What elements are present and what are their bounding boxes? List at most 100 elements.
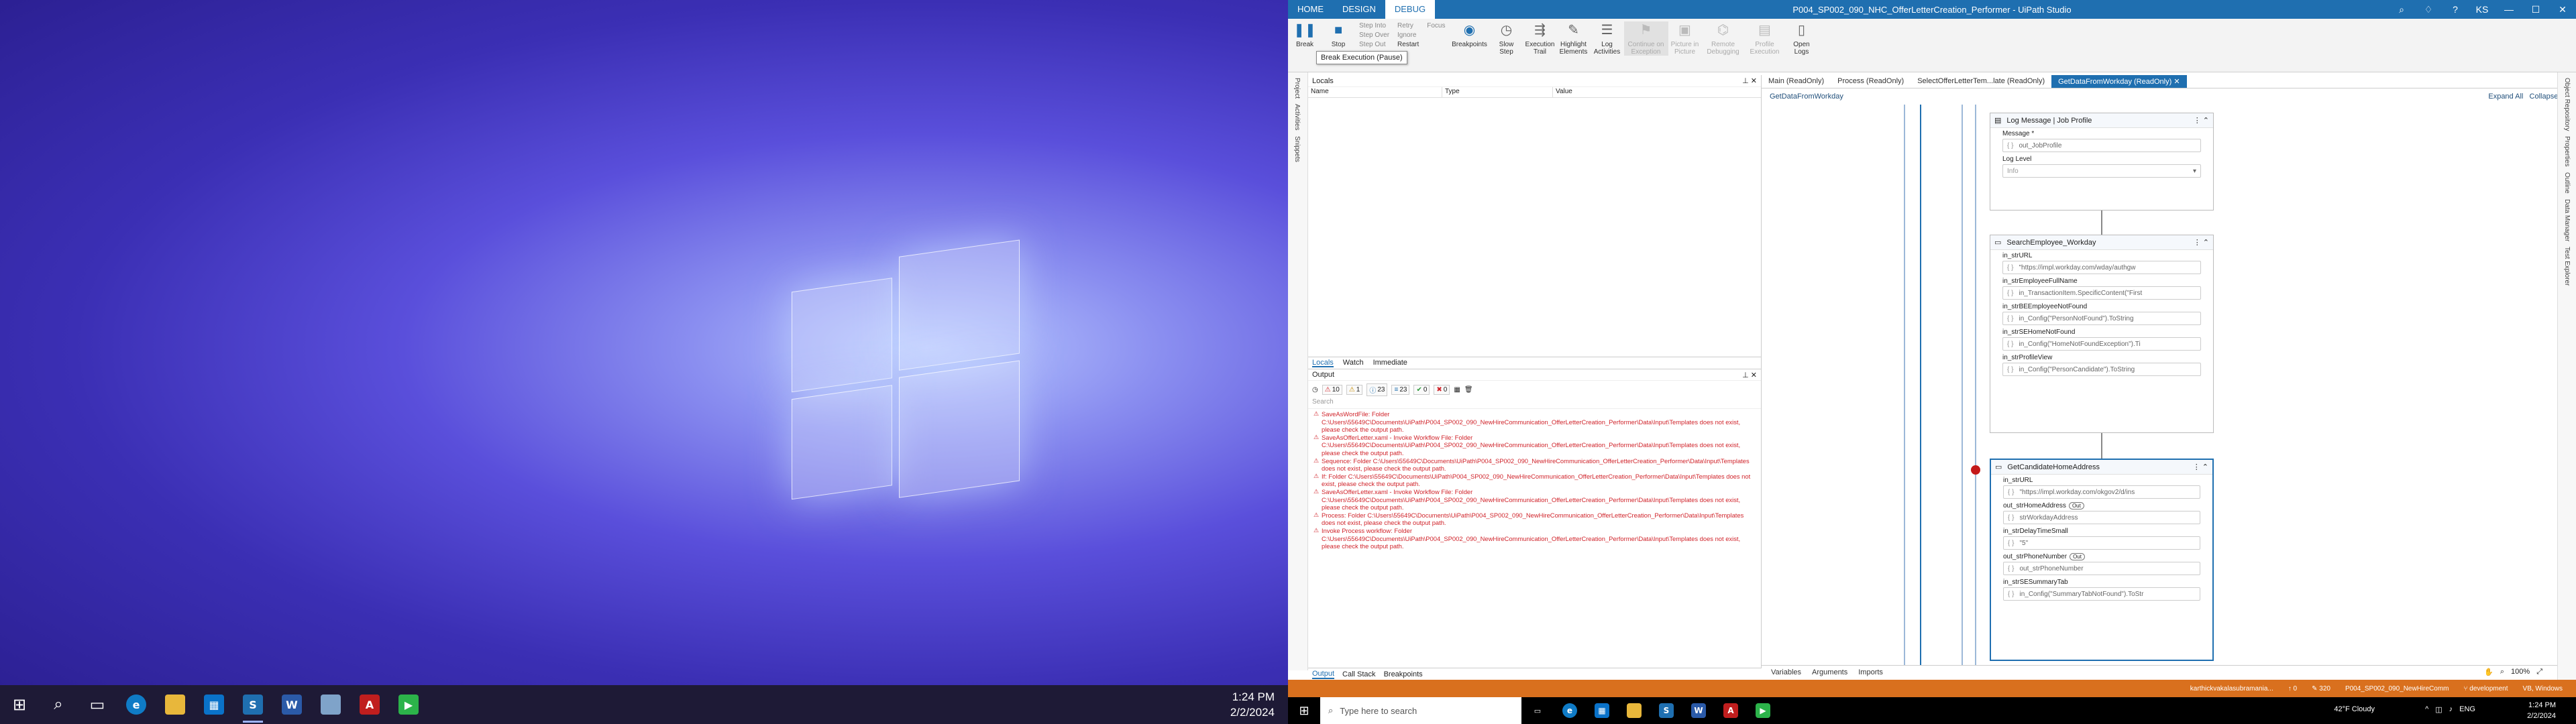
remote-debugging-button[interactable]: ⌬ Remote Debugging bbox=[1702, 21, 1745, 56]
col-type[interactable]: Type bbox=[1442, 87, 1553, 97]
execution-trail-button[interactable]: ⇶ Execution Trail bbox=[1523, 21, 1557, 56]
continue-on-exception-button[interactable]: ⚑ Continue on Exception bbox=[1623, 21, 1668, 56]
help-icon[interactable]: ? bbox=[2442, 0, 2469, 19]
tab-arguments[interactable]: Arguments bbox=[1812, 668, 1847, 676]
tab-object-repository[interactable]: Object Repository bbox=[2563, 78, 2571, 131]
tab-output[interactable]: Output bbox=[1312, 670, 1335, 679]
user-avatar[interactable]: KS bbox=[2469, 0, 2496, 19]
step-into-button[interactable]: Step Into bbox=[1359, 21, 1389, 31]
pin-icon[interactable]: ⊥ ✕ bbox=[1742, 76, 1757, 85]
status-target[interactable]: VB, Windows bbox=[2523, 685, 2563, 692]
breakpoints-button[interactable]: ◉ Breakpoints bbox=[1450, 21, 1490, 49]
acrobat-icon[interactable]: A bbox=[1715, 697, 1747, 724]
file-explorer-icon[interactable] bbox=[156, 685, 195, 724]
log-line[interactable]: If: Folder C:\Users\55649C\Documents\UiP… bbox=[1313, 473, 1757, 488]
output-search-input[interactable]: Search bbox=[1308, 398, 1761, 409]
highlight-elements-button[interactable]: ✎ Highlight Elements bbox=[1557, 21, 1591, 56]
collapse-icon[interactable]: ⋮ ⌃ bbox=[2193, 463, 2208, 471]
tab-locals[interactable]: Locals bbox=[1312, 359, 1334, 367]
slow-step-button[interactable]: ◷ Slow Step bbox=[1490, 21, 1523, 56]
log-line[interactable]: SaveAsOfferLetter.xaml - Invoke Workflow… bbox=[1313, 488, 1757, 511]
grid-icon[interactable]: ▦ bbox=[1454, 386, 1460, 394]
status-branch[interactable]: ⑂ development bbox=[2463, 685, 2508, 692]
log-line[interactable]: SaveAsOfferLetter.xaml - Invoke Workflow… bbox=[1313, 434, 1757, 457]
tab-data-manager[interactable]: Data Manager bbox=[2563, 199, 2571, 241]
store-icon[interactable]: ▦ bbox=[195, 685, 233, 724]
close-icon[interactable]: ✕ bbox=[2174, 78, 2180, 86]
doc-tab-getdata[interactable]: GetDataFromWorkday (ReadOnly) ✕ bbox=[2051, 75, 2187, 88]
windows-icon[interactable]: ⊞ bbox=[1288, 697, 1320, 724]
tab-properties[interactable]: Properties bbox=[2563, 136, 2571, 167]
arg-field[interactable]: { } in_Config("SummaryTabNotFound").ToStr bbox=[2003, 587, 2200, 601]
break-button[interactable]: ❚❚ Break bbox=[1288, 21, 1322, 49]
col-value[interactable]: Value bbox=[1553, 87, 1761, 97]
tab-test-explorer[interactable]: Test Explorer bbox=[2563, 247, 2571, 286]
media-player-icon[interactable]: ▶ bbox=[389, 685, 428, 724]
open-logs-button[interactable]: ▯ Open Logs bbox=[1785, 21, 1819, 56]
clock-right[interactable]: 1:24 PM 2/2/2024 bbox=[2527, 700, 2556, 721]
doc-tab-select-offer[interactable]: SelectOfferLetterTem...late (ReadOnly) bbox=[1911, 75, 2051, 88]
filter-failed[interactable]: ✖ 0 bbox=[1434, 384, 1450, 395]
menu-design[interactable]: DESIGN bbox=[1333, 0, 1385, 19]
menu-debug[interactable]: DEBUG bbox=[1385, 0, 1436, 19]
hand-icon[interactable]: ✋ bbox=[2484, 668, 2493, 676]
message-field[interactable]: { } out_JobProfile bbox=[2002, 139, 2201, 152]
arg-field[interactable]: { } strWorkdayAddress bbox=[2003, 511, 2200, 524]
doc-tab-process[interactable]: Process (ReadOnly) bbox=[1831, 75, 1911, 88]
log-level-select[interactable]: Info ▾ bbox=[2002, 164, 2201, 178]
tab-outline[interactable]: Outline bbox=[2563, 172, 2571, 194]
log-line[interactable]: Process: Folder C:\Users\55649C\Document… bbox=[1313, 511, 1757, 527]
status-user[interactable]: karthickvakalasubramania... bbox=[2190, 685, 2273, 692]
menu-home[interactable]: HOME bbox=[1288, 0, 1333, 19]
media-player-icon[interactable]: ▶ bbox=[1747, 697, 1779, 724]
clear-icon[interactable]: 🗑 bbox=[1464, 386, 1473, 394]
tab-activities[interactable]: Activities bbox=[1293, 104, 1301, 130]
uipath-studio-icon[interactable]: S bbox=[233, 685, 272, 724]
log-line[interactable]: SaveAsWordFile: Folder C:\Users\55649C\D… bbox=[1313, 410, 1757, 434]
activity-get-candidate-address[interactable]: ▭ GetCandidateHomeAddress ⋮ ⌃ in_strURL { … bbox=[1990, 459, 2214, 661]
status-errors[interactable]: ↑ 0 bbox=[2288, 685, 2297, 692]
arg-field[interactable]: { } in_TransactionItem.SpecificContent("F… bbox=[2002, 286, 2201, 300]
profile-execution-button[interactable]: ▤ Profile Execution bbox=[1745, 21, 1785, 56]
search-icon[interactable]: ⌕ bbox=[2388, 0, 2415, 19]
filter-errors[interactable]: ⚠ 10 bbox=[1322, 384, 1342, 395]
expand-all-link[interactable]: Expand All bbox=[2488, 93, 2523, 101]
tab-watch[interactable]: Watch bbox=[1343, 359, 1364, 367]
ignore-button[interactable]: Ignore bbox=[1397, 31, 1419, 40]
retry-button[interactable]: Retry bbox=[1397, 21, 1419, 31]
log-line[interactable]: Sequence: Folder C:\Users\55649C\Documen… bbox=[1313, 457, 1757, 473]
volume-icon[interactable]: ♪ bbox=[2449, 705, 2453, 714]
file-explorer-icon[interactable] bbox=[1618, 697, 1650, 724]
arg-field[interactable]: { } "5" bbox=[2003, 536, 2200, 550]
language[interactable]: ENG bbox=[2459, 705, 2475, 714]
picture-in-picture-button[interactable]: ▣ Picture in Picture bbox=[1668, 21, 1702, 56]
breadcrumb-item[interactable]: GetDataFromWorkday bbox=[1770, 93, 1843, 101]
edge-icon[interactable]: e bbox=[1554, 697, 1586, 724]
arg-field[interactable]: { } in_Config("PersonNotFound").ToString bbox=[2002, 312, 2201, 325]
log-activities-button[interactable]: ☰ Log Activities bbox=[1591, 21, 1624, 56]
minimize-button[interactable]: — bbox=[2496, 0, 2522, 19]
fit-icon[interactable]: ⤢ bbox=[2536, 668, 2542, 676]
step-out-button[interactable]: Step Out bbox=[1359, 40, 1389, 50]
tab-immediate[interactable]: Immediate bbox=[1373, 359, 1407, 367]
collapse-icon[interactable]: ⋮ ⌃ bbox=[2194, 238, 2209, 247]
notepad-icon[interactable] bbox=[311, 685, 350, 724]
close-button[interactable]: ✕ bbox=[2549, 0, 2576, 19]
col-name[interactable]: Name bbox=[1308, 87, 1442, 97]
breakpoint-icon[interactable] bbox=[1971, 465, 1980, 475]
tab-project[interactable]: Project bbox=[1293, 78, 1301, 99]
status-project[interactable]: P004_SP002_090_NewHireComm bbox=[2345, 685, 2449, 692]
arg-field[interactable]: { } out_strPhoneNumber bbox=[2003, 562, 2200, 575]
filter-info[interactable]: ⓘ 23 bbox=[1366, 383, 1388, 396]
tray-chevron-icon[interactable]: ^ bbox=[2425, 705, 2428, 714]
task-view-icon[interactable]: ▭ bbox=[1521, 697, 1554, 724]
stop-button[interactable]: ■ Stop bbox=[1322, 21, 1355, 49]
task-view-icon[interactable]: ▭ bbox=[78, 685, 117, 724]
taskbar-search-input[interactable]: ⌕ Type here to search bbox=[1320, 697, 1521, 724]
arg-field[interactable]: { } in_Config("PersonCandidate").ToString bbox=[2002, 363, 2201, 376]
restart-button[interactable]: Restart bbox=[1397, 40, 1419, 50]
word-icon[interactable]: W bbox=[1682, 697, 1715, 724]
tab-breakpoints[interactable]: Breakpoints bbox=[1384, 670, 1423, 678]
bell-icon[interactable]: ♢ bbox=[2415, 0, 2442, 19]
step-over-button[interactable]: Step Over bbox=[1359, 31, 1389, 40]
